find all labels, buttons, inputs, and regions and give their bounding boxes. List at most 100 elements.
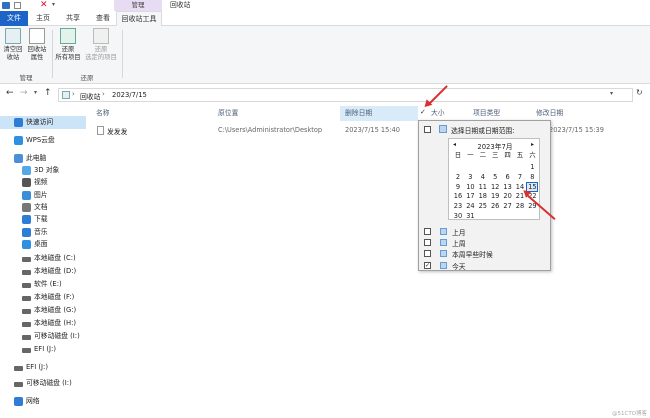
option-label[interactable]: 本周早些时候: [452, 249, 493, 259]
sidebar-item-label: WPS云盘: [26, 136, 55, 144]
sidebar-item-label: 本地磁盘 (H:): [34, 319, 77, 327]
calendar-day[interactable]: 11: [477, 182, 489, 192]
sidebar-item[interactable]: 本地磁盘 (G:): [0, 304, 86, 317]
sidebar-item[interactable]: 快速访问: [0, 116, 86, 129]
calendar-day[interactable]: 12: [489, 182, 501, 192]
recent-dropdown-icon[interactable]: ▾: [34, 89, 37, 96]
calendar-day[interactable]: 17: [464, 191, 476, 201]
option-label[interactable]: 今天: [452, 261, 466, 271]
calendar-day[interactable]: 23: [452, 201, 464, 211]
qat-dropdown-icon[interactable]: ▾: [52, 1, 55, 8]
tab-view[interactable]: 查看: [90, 11, 116, 26]
column-header-type[interactable]: 项目类型: [473, 106, 500, 121]
column-header-name[interactable]: 名称: [96, 106, 110, 121]
properties-qat-icon[interactable]: [14, 2, 21, 9]
address-dropdown-icon[interactable]: ▾: [610, 90, 613, 97]
calendar-day[interactable]: 4: [477, 172, 489, 182]
app-icon: [2, 2, 10, 9]
download-icon: [22, 215, 31, 224]
forward-arrow-icon[interactable]: →: [20, 88, 28, 98]
sidebar-item[interactable]: 软件 (E:): [0, 278, 86, 291]
sidebar-item[interactable]: WPS云盘: [0, 134, 86, 147]
table-row[interactable]: 发发发 C:\Users\Administrator\Desktop 2023/…: [90, 124, 650, 137]
column-header-deleted[interactable]: 删除日期: [345, 106, 372, 121]
tab-recycle-tools[interactable]: 回收站工具: [116, 11, 162, 26]
date-range-label: 选择日期或日期范围:: [451, 127, 515, 135]
sidebar-item[interactable]: 视频: [0, 176, 86, 189]
calendar-day[interactable]: 31: [464, 211, 476, 221]
calendar-day[interactable]: 13: [502, 182, 514, 192]
calendar-day[interactable]: 5: [489, 172, 501, 182]
restore-selected-button[interactable]: 还原 选定的项目: [84, 28, 118, 62]
calendar-day[interactable]: 3: [464, 172, 476, 182]
watermark: @51CTO博客: [612, 411, 648, 417]
sidebar-item[interactable]: 下载: [0, 213, 86, 226]
calendar-day[interactable]: 27: [502, 201, 514, 211]
network-icon: [14, 397, 23, 406]
calendar-day[interactable]: 9: [452, 182, 464, 192]
option-label[interactable]: 上月: [452, 227, 466, 237]
calendar-day[interactable]: 1: [526, 162, 538, 172]
option-checkbox[interactable]: [424, 239, 431, 246]
empty-recycle-bin-button[interactable]: 清空回 收站: [2, 28, 24, 62]
breadcrumb-date[interactable]: 2023/7/15: [112, 91, 147, 99]
calendar-day[interactable]: 18: [477, 191, 489, 201]
calendar-day[interactable]: 2: [452, 172, 464, 182]
restore-all-button[interactable]: 还原 所有项目: [54, 28, 82, 62]
cloud-icon: [14, 136, 23, 145]
calendar-day[interactable]: 24: [464, 201, 476, 211]
column-header-modified[interactable]: 修改日期: [536, 106, 563, 121]
sidebar-item[interactable]: 网络: [0, 395, 86, 408]
calendar-day[interactable]: 28: [514, 201, 526, 211]
calendar-day[interactable]: 26: [489, 201, 501, 211]
sidebar-item-label: 本地磁盘 (F:): [34, 293, 75, 301]
calendar-next-icon[interactable]: ▸: [531, 141, 534, 148]
calendar-day[interactable]: 20: [502, 191, 514, 201]
option-checkbox[interactable]: ✓: [424, 262, 431, 269]
calendar-day[interactable]: 7: [514, 172, 526, 182]
calendar-day[interactable]: 10: [464, 182, 476, 192]
sidebar-item[interactable]: 桌面: [0, 238, 86, 251]
up-arrow-icon[interactable]: ↑: [44, 88, 52, 98]
tab-home[interactable]: 主页: [30, 11, 56, 26]
calendar-day[interactable]: 6: [502, 172, 514, 182]
breadcrumb-recycle-bin[interactable]: 回收站: [80, 91, 100, 101]
properties-icon: [29, 28, 45, 44]
sidebar-item-label: 软件 (E:): [34, 280, 62, 288]
sidebar-item-label: EFI (J:): [34, 345, 56, 353]
option-checkbox[interactable]: [424, 228, 431, 235]
sidebar-item[interactable]: 本地磁盘 (H:): [0, 317, 86, 330]
sidebar-item[interactable]: 本地磁盘 (C:): [0, 252, 86, 265]
ribbon-tabs: 文件 主页 共享 查看 回收站工具: [0, 11, 650, 26]
calendar-weekday: 二: [479, 151, 486, 159]
column-header-location[interactable]: 原位置: [218, 106, 238, 121]
option-checkbox[interactable]: [424, 250, 431, 257]
sidebar-item[interactable]: 可移动磁盘 (I:): [0, 377, 86, 390]
sidebar-item[interactable]: EFI (J:): [0, 361, 86, 374]
calendar-day[interactable]: 30: [452, 211, 464, 221]
calendar-day[interactable]: 19: [489, 191, 501, 201]
sidebar-item[interactable]: 本地磁盘 (D:): [0, 265, 86, 278]
group-label-manage: 管理: [19, 74, 33, 82]
refresh-icon[interactable]: ↻: [636, 88, 643, 97]
calendar-day[interactable]: 25: [477, 201, 489, 211]
sidebar-item[interactable]: 本地磁盘 (F:): [0, 291, 86, 304]
calendar-day[interactable]: 16: [452, 191, 464, 201]
recycle-bin-properties-button[interactable]: 回收站 属性: [26, 28, 48, 62]
tab-file[interactable]: 文件: [0, 11, 28, 26]
calendar-day[interactable]: 8: [526, 172, 538, 182]
computer-icon: [14, 154, 23, 163]
drive-icon: [14, 366, 23, 371]
recycle-bin-properties-label: 回收站 属性: [27, 46, 47, 61]
address-field[interactable]: › 回收站 › 2023/7/15 ▾: [58, 88, 633, 102]
option-label[interactable]: 上周: [452, 238, 466, 248]
tab-share[interactable]: 共享: [60, 11, 86, 26]
sidebar-item[interactable]: EFI (J:): [0, 343, 86, 356]
date-range-checkbox[interactable]: [424, 126, 431, 133]
close-qat-icon[interactable]: ✕: [40, 1, 49, 10]
back-arrow-icon[interactable]: ←: [6, 88, 14, 98]
file-modified-date: 2023/7/15 15:39: [549, 126, 604, 134]
drive-icon: [22, 283, 31, 288]
column-header-size[interactable]: 大小: [431, 106, 445, 121]
sidebar-item[interactable]: 可移动磁盘 (I:): [0, 330, 86, 343]
